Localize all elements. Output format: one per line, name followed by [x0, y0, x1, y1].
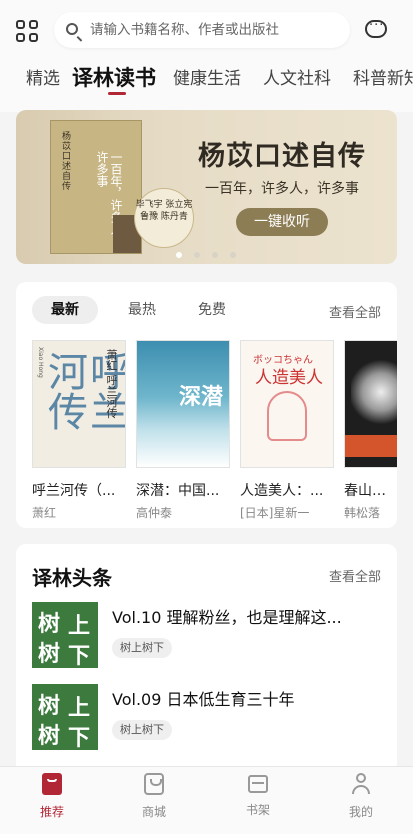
book-title: 深潜：中国... — [136, 483, 220, 499]
book-title: 人造美人：... — [240, 483, 324, 499]
message-icon[interactable] — [365, 18, 387, 38]
tab-yilin-reading[interactable]: 译林读书 — [72, 62, 156, 92]
listen-button[interactable]: 一键收听 — [236, 208, 328, 236]
books-see-all-link[interactable]: 查看全部 — [329, 302, 381, 321]
book-item[interactable]: 春山夜行 韩松落 — [344, 340, 397, 521]
top-bar: 精选 译林读书 健康生活 人文社科 科普新知 — [0, 0, 413, 112]
book-author: [日本]星新一 — [240, 506, 310, 520]
cover-title: 深潜 — [179, 385, 224, 410]
book-cover: 深潜 — [136, 340, 230, 468]
promo-banner[interactable]: 杨苡口述自传 一百年，许多人，许多事 毕飞宇 张立宪 鲁豫 陈丹青 杨苡口述自传… — [16, 110, 397, 264]
thumb-char: 树 — [38, 724, 61, 749]
subtab-hottest[interactable]: 最热 — [122, 296, 162, 324]
nav-store[interactable]: 商城 — [114, 773, 194, 820]
nav-recommend[interactable]: 推荐 — [12, 773, 92, 820]
nav-profile[interactable]: 我的 — [321, 773, 401, 820]
category-grid-icon[interactable] — [16, 20, 38, 42]
news-card: 译林头条 查看全部 树 上 树 下 Vol.10 理解粉丝，也是理解这... 树… — [16, 544, 397, 774]
banner-title: 杨苡口述自传 — [198, 141, 366, 172]
cover-band — [345, 435, 397, 457]
search-icon — [66, 23, 78, 35]
news-section-title: 译林头条 — [32, 566, 112, 590]
nav-label: 推荐 — [39, 805, 64, 819]
pagination-dot[interactable] — [230, 252, 236, 258]
news-thumbnail: 树 上 树 下 — [32, 602, 98, 668]
book-author: 韩松落 — [344, 506, 381, 520]
book-item[interactable]: 深潜 深潜：中国... 高仲泰 — [136, 340, 230, 521]
news-title: Vol.09 日本低生育三十年 — [112, 690, 295, 709]
news-item[interactable]: 树 上 树 下 Vol.09 日本低生育三十年 树上树下 — [32, 684, 381, 750]
nav-bookshelf[interactable]: 书架 — [218, 773, 298, 818]
news-item[interactable]: 树 上 树 下 Vol.10 理解粉丝，也是理解这... 树上树下 — [32, 602, 381, 668]
bookmark-icon — [42, 773, 62, 795]
thumb-char: 上 — [68, 696, 91, 721]
banner-book-cover: 杨苡口述自传 一百年，许多人，许多事 — [50, 120, 142, 254]
tab-humanities[interactable]: 人文社科 — [263, 64, 331, 89]
book-author: 高仲泰 — [136, 506, 173, 520]
thumb-char: 下 — [68, 644, 91, 668]
cover-title: 人造美人 — [255, 368, 323, 388]
pagination-dot[interactable] — [194, 252, 200, 258]
book-cover — [344, 340, 397, 468]
shop-bag-icon — [144, 773, 164, 795]
subtab-free[interactable]: 免费 — [192, 296, 232, 324]
search-input[interactable] — [90, 12, 340, 48]
bookshelf-icon — [248, 775, 268, 793]
tab-health-life[interactable]: 健康生活 — [173, 64, 241, 89]
news-tag[interactable]: 树上树下 — [112, 720, 172, 740]
news-tag[interactable]: 树上树下 — [112, 638, 172, 658]
category-tabs: 精选 译林读书 健康生活 人文社科 科普新知 — [0, 60, 413, 100]
search-box[interactable] — [54, 12, 350, 48]
cover-illustration — [267, 391, 307, 441]
nav-label: 书架 — [245, 803, 270, 817]
news-see-all-link[interactable]: 查看全部 — [329, 566, 381, 585]
book-title: 呼兰河传（... — [32, 483, 116, 499]
active-tab-indicator — [108, 92, 126, 95]
banner-subtitle: 一百年，许多人，许多事 — [205, 181, 359, 197]
thumb-char: 树 — [38, 642, 61, 667]
cover-author: 萧红 呼兰河传 — [105, 349, 118, 419]
tab-popular-science[interactable]: 科普新知 — [353, 64, 413, 89]
bottom-nav: 推荐 商城 书架 我的 — [0, 766, 413, 834]
book-cover: ボッコちゃん 人造美人 — [240, 340, 334, 468]
nav-label: 我的 — [348, 805, 373, 819]
book-title: 春山夜行 — [344, 483, 397, 499]
news-title: Vol.10 理解粉丝，也是理解这... — [112, 608, 342, 627]
books-card: 最新 最热 免费 查看全部 Xiao Hong 呼兰河传 萧红 呼兰河传 呼兰河… — [16, 282, 397, 528]
book-author: 萧红 — [32, 506, 57, 520]
pagination-dot[interactable] — [212, 252, 218, 258]
news-thumbnail: 树 上 树 下 — [32, 684, 98, 750]
tab-featured[interactable]: 精选 — [26, 64, 60, 89]
book-cover: Xiao Hong 呼兰河传 萧红 呼兰河传 — [32, 340, 126, 468]
user-icon — [351, 773, 371, 795]
thumb-char: 树 — [38, 612, 61, 637]
subtab-newest[interactable]: 最新 — [32, 296, 98, 324]
book-item[interactable]: Xiao Hong 呼兰河传 萧红 呼兰河传 呼兰河传（... 萧红 — [32, 340, 126, 521]
thumb-char: 树 — [38, 694, 61, 719]
banner-book-series: 杨苡口述自传 — [60, 131, 70, 191]
pagination-dot[interactable] — [176, 252, 182, 258]
nav-label: 商城 — [141, 805, 166, 819]
book-item[interactable]: ボッコちゃん 人造美人 人造美人：... [日本]星新一 — [240, 340, 334, 521]
thumb-char: 下 — [68, 726, 91, 750]
thumb-char: 上 — [68, 614, 91, 639]
cover-illustration — [351, 357, 397, 427]
